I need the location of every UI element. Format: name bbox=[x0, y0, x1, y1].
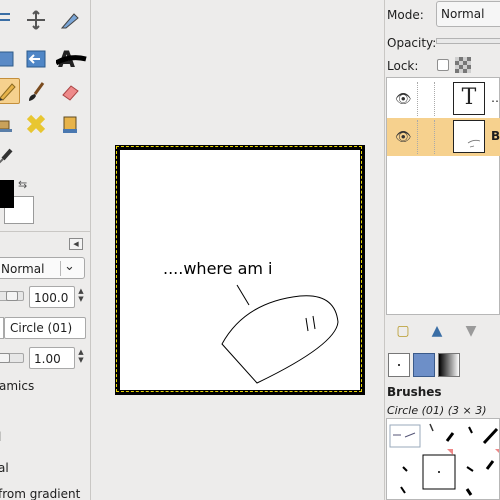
opacity-label: Opacity: bbox=[387, 36, 437, 50]
image-layer-thumbnail bbox=[453, 120, 485, 153]
brushes-tab-icon[interactable] bbox=[388, 353, 410, 377]
brushes-grid[interactable] bbox=[386, 418, 500, 500]
brush-thumbnails[interactable] bbox=[387, 419, 500, 500]
layer-name[interactable]: … bbox=[491, 91, 500, 105]
brushes-title: Brushes bbox=[387, 385, 442, 399]
lock-pixels-checkbox[interactable] bbox=[437, 59, 449, 71]
new-layer-icon[interactable]: ▢ bbox=[394, 322, 412, 340]
raise-layer-icon[interactable]: ▲ bbox=[428, 322, 446, 340]
layer-row[interactable]: 👁 T … bbox=[387, 80, 500, 118]
eye-icon[interactable]: 👁 bbox=[395, 130, 412, 145]
patterns-tab-icon[interactable] bbox=[413, 353, 435, 377]
layers-toolbar: ▢ ▲ ▼ bbox=[386, 318, 500, 344]
chain-toggle[interactable] bbox=[417, 82, 435, 116]
current-brush-label: Circle (01) (3 × 3) bbox=[387, 404, 487, 417]
layer-opacity-slider[interactable] bbox=[436, 38, 500, 44]
lock-label: Lock: bbox=[387, 59, 419, 73]
eye-icon[interactable]: 👁 bbox=[395, 92, 412, 107]
text-layer-thumbnail: T bbox=[453, 82, 485, 115]
lock-alpha-icon[interactable] bbox=[455, 57, 471, 73]
layer-mode-select[interactable]: Normal bbox=[436, 1, 500, 27]
layers-list[interactable]: 👁 T … 👁 Ba bbox=[386, 77, 500, 315]
mode-label: Mode: bbox=[387, 8, 424, 22]
chain-toggle[interactable] bbox=[417, 120, 435, 154]
layer-row-selected[interactable]: 👁 Ba bbox=[387, 118, 500, 156]
gradients-tab-icon[interactable] bbox=[438, 353, 460, 377]
dock-tabs bbox=[386, 353, 500, 381]
layer-mode-value: Normal bbox=[441, 7, 485, 21]
layer-name[interactable]: Ba bbox=[491, 129, 500, 143]
lower-layer-icon[interactable]: ▼ bbox=[462, 322, 480, 340]
